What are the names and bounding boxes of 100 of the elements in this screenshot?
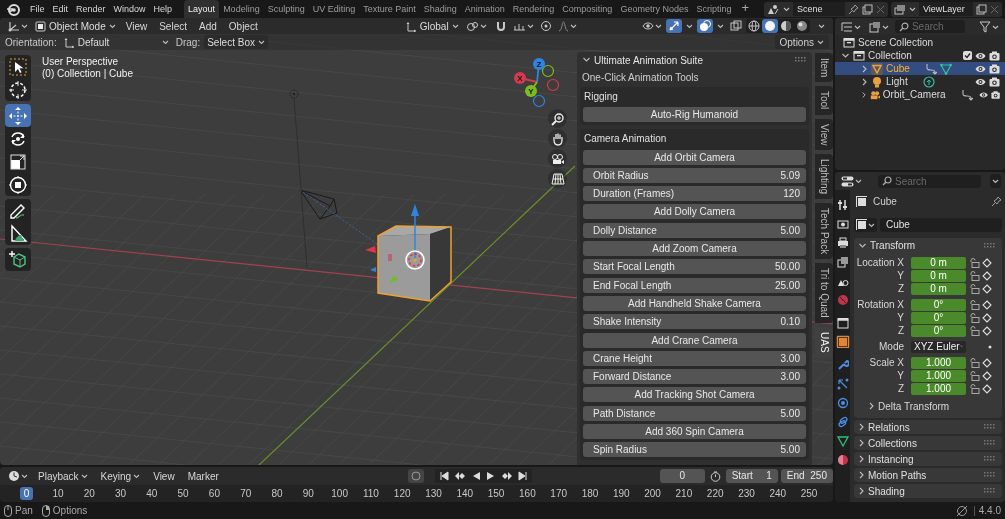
current-frame-marker[interactable]: 0	[19, 487, 34, 500]
workspace-tab[interactable]: Modeling	[219, 0, 264, 18]
ortho-navigation-button[interactable]	[548, 169, 567, 188]
app-logo[interactable]	[6, 2, 20, 16]
orbit-tab[interactable]	[835, 396, 850, 409]
editor-type-button[interactable]	[6, 19, 30, 33]
action-button[interactable]: Auto-Rig Humanoid	[583, 107, 806, 123]
number-field[interactable]: 0°	[911, 311, 966, 324]
zoom-navigation-button[interactable]	[548, 109, 567, 128]
workspace-tab[interactable]: Shading	[419, 0, 461, 18]
xray-toggle[interactable]	[728, 19, 744, 33]
start-frame-field[interactable]: Start 1	[725, 469, 778, 483]
action-button[interactable]: Add Dolly Camera	[583, 204, 806, 220]
view-filter-dropdown[interactable]	[867, 19, 891, 34]
workspace-tab[interactable]: Scripting	[692, 0, 736, 18]
number-field[interactable]: Orbit Radius 5.09	[583, 167, 806, 183]
previous-keyframe-icon[interactable]	[453, 471, 466, 481]
outliner-item[interactable]: Light	[835, 75, 1005, 88]
panel-header[interactable]: Motion Paths	[854, 468, 1002, 482]
number-field[interactable]: 1.000	[911, 382, 966, 395]
workspace-tab[interactable]: Sculpting	[263, 0, 309, 18]
shading-mode-button[interactable]	[778, 19, 794, 33]
menu-item[interactable]: Object	[223, 20, 263, 32]
menu-item[interactable]: View	[120, 20, 153, 32]
number-field[interactable]: Dolly Distance 5.00	[583, 222, 806, 238]
camera-navigation-button[interactable]	[548, 149, 567, 168]
camera-render-icon[interactable]	[990, 89, 1000, 100]
panel-header[interactable]: Collections	[854, 436, 1002, 450]
pan-navigation-button[interactable]	[548, 129, 567, 148]
sidebar-tab[interactable]: Tech Pack	[815, 203, 833, 260]
action-button[interactable]: Add 360 Spin Camera	[583, 424, 806, 440]
outliner-item[interactable]: Collection	[835, 49, 1005, 62]
camera-render-icon[interactable]	[989, 63, 1000, 74]
search-field[interactable]: Search	[911, 21, 961, 32]
jump-start-icon[interactable]	[438, 471, 449, 481]
end-frame-field[interactable]: End 250	[780, 469, 833, 483]
sidebar-tab[interactable]: Lighting	[815, 154, 833, 200]
menu-item[interactable]: File	[26, 4, 49, 14]
play-icon[interactable]	[485, 471, 496, 481]
sidebar-tab[interactable]: View	[815, 118, 833, 151]
number-field[interactable]: 0 m	[911, 282, 966, 295]
search-box[interactable]: Search	[895, 20, 965, 33]
overlay-toggle[interactable]	[697, 19, 713, 33]
view-layer-selector[interactable]: ViewLayer	[891, 1, 1002, 17]
menu-item[interactable]: Marker	[182, 470, 224, 482]
sidebar-tab[interactable]: Tri to Quad	[815, 263, 833, 324]
outliner-item[interactable]: Orbit_Camera	[835, 88, 1005, 101]
axis-handle[interactable]: Y	[525, 85, 537, 97]
rotation-mode-dropdown[interactable]: XYZ Euler	[911, 340, 966, 353]
options-button[interactable]: Options	[774, 35, 829, 49]
eye-icon[interactable]	[975, 50, 986, 61]
keyframe-diamond-icon[interactable]	[982, 370, 992, 381]
menu-item[interactable]: Add	[194, 20, 222, 32]
eye-icon[interactable]	[975, 63, 986, 74]
tool-settings-tab[interactable]	[835, 198, 850, 211]
transform-orientation-dropdown[interactable]: Default	[60, 35, 172, 49]
shading-mode-button[interactable]	[762, 19, 778, 33]
camera-render-icon[interactable]	[989, 50, 1000, 61]
action-button[interactable]: Add Zoom Camera	[583, 241, 806, 257]
shading-mode-button[interactable]	[746, 19, 762, 33]
mode-dropdown[interactable]: Object Mode	[32, 19, 119, 33]
shading-mode-button[interactable]	[794, 19, 810, 33]
current-frame-field[interactable]: 0	[659, 469, 705, 483]
jump-end-icon[interactable]	[517, 471, 528, 481]
keyframe-diamond-icon[interactable]	[982, 270, 992, 281]
view-layer-name-field[interactable]: ViewLayer	[919, 2, 973, 16]
workspace-tab[interactable]: UV Editing	[308, 0, 360, 18]
search-box[interactable]: Search	[878, 174, 981, 188]
workspace-tab[interactable]: Texture Paint	[359, 0, 420, 18]
panel-header[interactable]: Relations	[854, 420, 1002, 434]
menu-item[interactable]: Help	[149, 4, 177, 14]
printer-tab[interactable]	[835, 236, 850, 249]
menu-item[interactable]: Render	[72, 4, 110, 14]
display-mode-dropdown[interactable]	[839, 19, 863, 34]
number-field[interactable]: Forward Distance 3.00	[583, 369, 806, 385]
editor-type-button[interactable]	[6, 469, 30, 483]
next-keyframe-icon[interactable]	[500, 471, 513, 481]
search-field[interactable]: Search	[895, 175, 971, 187]
number-field[interactable]: 0 m	[911, 269, 966, 282]
number-field[interactable]: 0 m	[911, 256, 966, 269]
workspace-tab[interactable]: Compositing	[558, 0, 617, 18]
number-field[interactable]: Path Distance 5.00	[583, 405, 806, 421]
number-field[interactable]: Duration (Frames) 120	[583, 186, 806, 202]
action-button[interactable]: Add Orbit Camera	[583, 149, 806, 165]
axis-handle[interactable]: Z	[533, 58, 545, 70]
gizmo-toggle[interactable]	[666, 19, 682, 33]
padlock-icon[interactable]	[969, 257, 980, 268]
number-field[interactable]: Start Focal Length 50.00	[583, 259, 806, 275]
menu-item[interactable]: Keying	[95, 470, 146, 482]
camera-render-icon[interactable]	[989, 76, 1000, 87]
move-tool-button[interactable]	[5, 104, 31, 127]
outliner-item[interactable]: Scene Collection	[835, 36, 1005, 49]
keyframe-diamond-icon[interactable]	[982, 299, 992, 310]
number-field[interactable]: 1.000	[911, 356, 966, 369]
padlock-icon[interactable]	[969, 370, 980, 381]
panel-header[interactable]: Shading	[854, 484, 1002, 498]
number-field[interactable]: End Focal Length 25.00	[583, 277, 806, 293]
menu-item[interactable]: Playback	[33, 470, 93, 482]
negative-axis-handle[interactable]	[532, 94, 546, 108]
number-field[interactable]: Spin Radius 5.00	[583, 442, 806, 458]
